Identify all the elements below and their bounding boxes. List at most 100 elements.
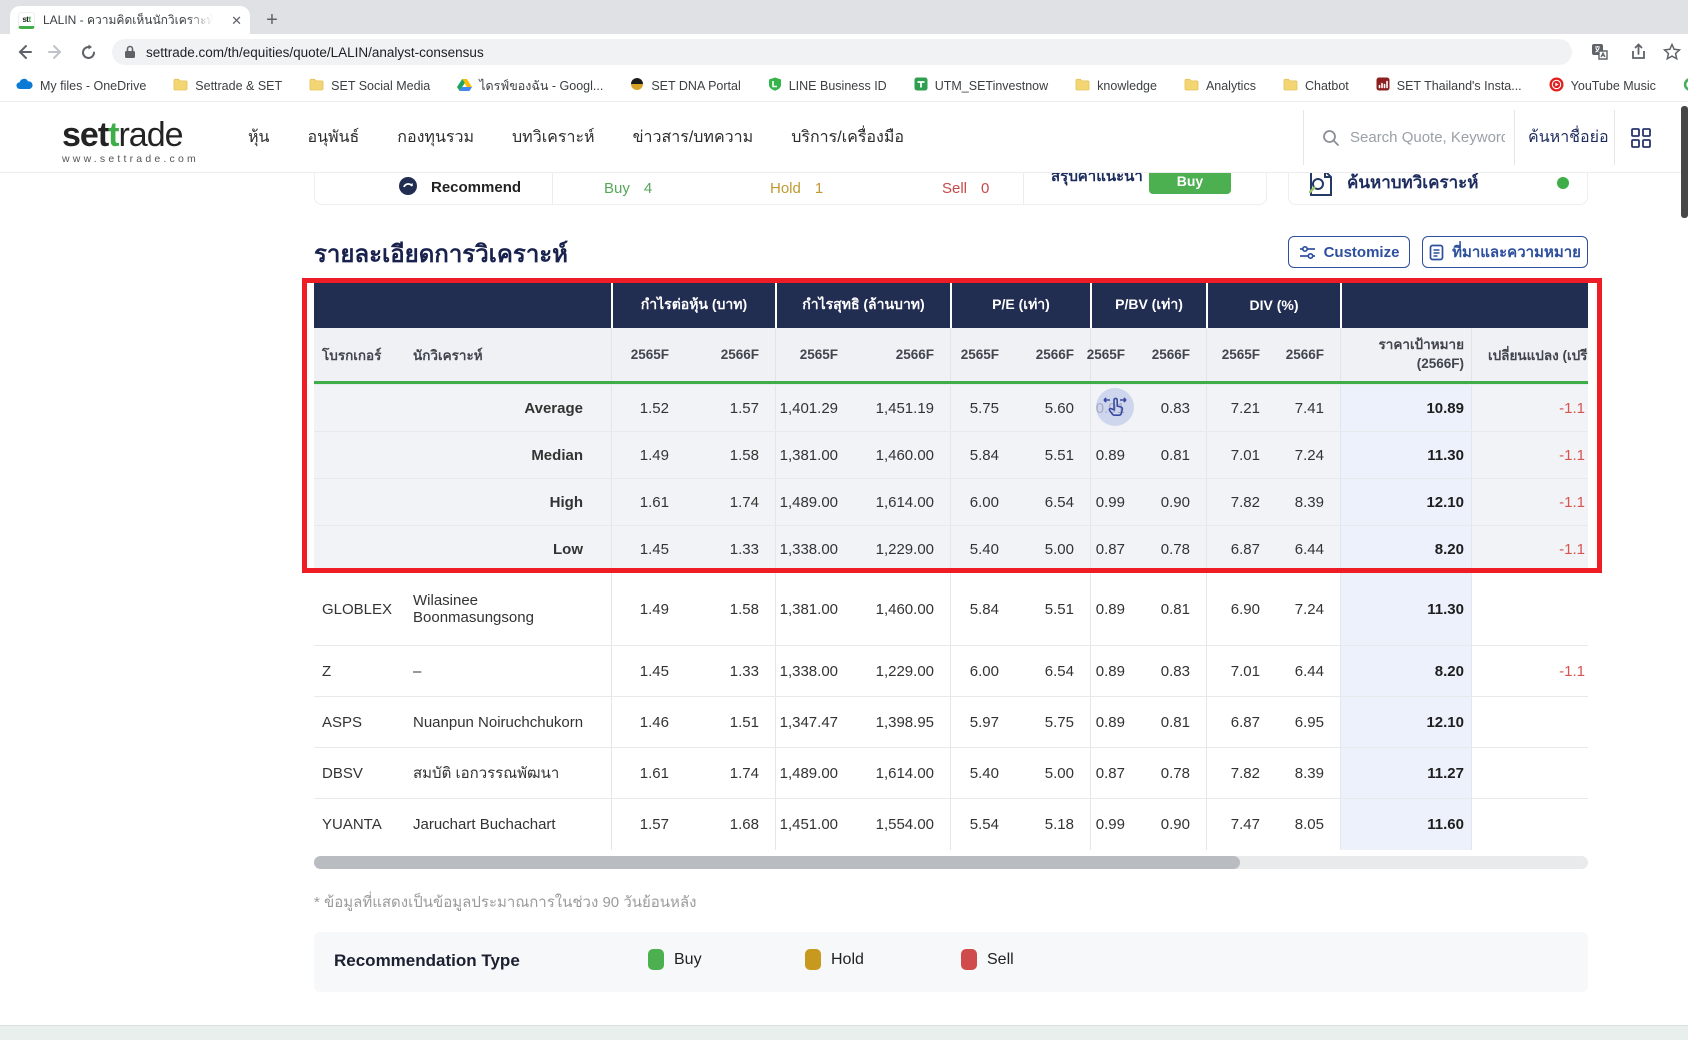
source-info-button[interactable]: ที่มาและความหมาย bbox=[1422, 236, 1588, 268]
url-text: settrade.com/th/equities/quote/LALIN/ana… bbox=[146, 44, 484, 60]
bookmark-item[interactable]: LINE Business ID bbox=[768, 77, 887, 94]
cell-value: 0.99 bbox=[1090, 799, 1141, 850]
broker-row: YUANTA Jaruchart Buchachart 1.57 1.68 1,451.… bbox=[314, 798, 1588, 850]
broker-row: GLOBLEX Wilasinee Boonmasungsong 1.49 1.58 1… bbox=[314, 572, 1588, 645]
cell-value: 5.84 bbox=[950, 432, 1015, 478]
cell-value: 0.87 bbox=[1090, 526, 1141, 572]
page-scrollbar[interactable] bbox=[1681, 106, 1688, 218]
bookmark-item[interactable]: SET DNA Portal bbox=[630, 77, 741, 94]
bookmark-item[interactable]: SET Thailand's Insta... bbox=[1376, 77, 1522, 94]
col-year1: 2565F bbox=[950, 328, 1015, 381]
report-card[interactable]: ค้นหาบทวิเคราะห์ bbox=[1288, 173, 1588, 205]
cell-value: 0.90 bbox=[1160, 816, 1190, 833]
bookmark-item[interactable]: My files - OneDrive bbox=[16, 78, 146, 93]
line-icon bbox=[768, 77, 782, 94]
bookmark-item[interactable]: Settrade & SET bbox=[173, 78, 282, 94]
bookmark-item[interactable]: knowledge bbox=[1075, 78, 1157, 94]
ytmusic-icon bbox=[1549, 77, 1564, 95]
folder-icon bbox=[1184, 78, 1199, 94]
recommend-count: 4 bbox=[643, 180, 653, 197]
nav-item-5[interactable]: บริการ/เครื่องมือ bbox=[791, 125, 904, 150]
scrollbar-thumb[interactable] bbox=[314, 856, 1240, 869]
gdrive-icon bbox=[457, 78, 473, 94]
recommend-count: 0 bbox=[981, 180, 990, 197]
cell-value: 8.39 bbox=[1294, 764, 1324, 782]
nav-item-3[interactable]: บทวิเคราะห์ bbox=[512, 125, 595, 150]
cell-broker: YUANTA bbox=[322, 816, 382, 833]
browser-tab[interactable]: stt LALIN - ความคิดเห็นนักวิเคราะห์ - SE… bbox=[10, 6, 250, 34]
bookmark-item[interactable]: UTM_SETinvestnow bbox=[914, 77, 1048, 94]
browser-toolbar: settrade.com/th/equities/quote/LALIN/ana… bbox=[0, 34, 1688, 70]
horizontal-scrollbar[interactable] bbox=[314, 856, 1588, 869]
cell-analyst: Jaruchart Buchachart bbox=[413, 816, 556, 833]
cell-target-price: 8.20 bbox=[1340, 526, 1471, 572]
bookmark-item[interactable]: Analytics bbox=[1184, 78, 1256, 94]
recommend-count: 1 bbox=[814, 180, 824, 197]
col-year1: 2565F bbox=[775, 328, 854, 381]
cell-value: 5.40 bbox=[950, 748, 1015, 798]
col-year2: 2566F bbox=[1035, 347, 1074, 362]
cell-value: 1.57 bbox=[729, 399, 759, 417]
cell-value: 6.54 bbox=[1044, 662, 1074, 680]
cell-value: 5.00 bbox=[1044, 764, 1074, 782]
refresh-icon[interactable] bbox=[76, 40, 100, 64]
cell-value: 7.82 bbox=[1206, 479, 1276, 525]
cell-value: 1.58 bbox=[729, 600, 759, 618]
cell-change bbox=[1471, 697, 1588, 747]
onedrive-cloud-icon bbox=[16, 78, 33, 93]
table-subheader: โบรกเกอร์ นักวิเคราะห์ 2565F 2566F 2565F 2566… bbox=[314, 328, 1588, 384]
cell-value: 5.18 bbox=[1044, 816, 1074, 833]
cell-value: 1,451.00 bbox=[775, 799, 854, 850]
back-icon[interactable] bbox=[12, 40, 36, 64]
search-input[interactable] bbox=[1350, 129, 1505, 146]
nav-item-4[interactable]: ข่าวสาร/บทความ bbox=[633, 125, 754, 150]
cell-broker: ASPS bbox=[322, 713, 363, 731]
quote-search[interactable] bbox=[1322, 102, 1505, 173]
bookmark-label: Chatbot bbox=[1304, 78, 1349, 93]
bookmark-item[interactable]: YouTube Music bbox=[1549, 77, 1656, 95]
customize-button[interactable]: Customize bbox=[1288, 236, 1410, 268]
nav-item-1[interactable]: อนุพันธ์ bbox=[307, 125, 359, 150]
cell-value: 6.00 bbox=[950, 479, 1015, 525]
bookmark-item[interactable]: Creator's Playgroun... bbox=[1683, 77, 1688, 95]
cell-change bbox=[1471, 573, 1588, 645]
new-tab-button[interactable]: + bbox=[260, 8, 284, 32]
cell-value: 1.61 bbox=[611, 479, 685, 525]
summary-row: High 1.61 1.74 1,489.00 1,614.00 6.00 6.54 0.99… bbox=[314, 478, 1588, 525]
url-bar[interactable]: settrade.com/th/equities/quote/LALIN/ana… bbox=[112, 39, 1572, 65]
cell-value: 1.51 bbox=[729, 713, 759, 731]
summary-buy-button[interactable]: Buy bbox=[1149, 173, 1231, 194]
folder-icon bbox=[1075, 78, 1090, 94]
bookmark-item[interactable]: Chatbot bbox=[1283, 78, 1349, 94]
symbol-search-link[interactable]: ค้นหาชื่อย่อ bbox=[1528, 102, 1609, 173]
cell-analyst: Nuanpun Noiruchchukorn bbox=[413, 713, 584, 731]
legend-swatch bbox=[805, 949, 821, 970]
bookmark-item[interactable]: SET Social Media bbox=[309, 78, 430, 94]
cell-value: 1,614.00 bbox=[875, 764, 934, 782]
tab-close-icon[interactable]: ✕ bbox=[231, 14, 242, 27]
group-header-blank bbox=[314, 282, 611, 328]
page-title: รายละเอียดการวิเคราะห์ bbox=[314, 241, 569, 268]
share-icon[interactable] bbox=[1626, 40, 1650, 64]
cell-change bbox=[1471, 748, 1588, 798]
forward-icon[interactable] bbox=[44, 40, 68, 64]
cell-value: 1,614.00 bbox=[875, 493, 934, 511]
cell-broker bbox=[314, 432, 410, 478]
cell-value: 7.41 bbox=[1294, 399, 1324, 417]
apps-grid-icon[interactable] bbox=[1630, 127, 1652, 154]
cell-change: -1.1 bbox=[1471, 385, 1588, 431]
nav-item-2[interactable]: กองทุนรวม bbox=[397, 125, 474, 150]
cell-value: 5.60 bbox=[1044, 399, 1074, 417]
cell-value: 6.95 bbox=[1294, 713, 1324, 731]
bookmark-label: My files - OneDrive bbox=[40, 78, 147, 93]
bookmark-item[interactable]: ไดรฟ์ของฉัน - Googl... bbox=[457, 76, 603, 96]
cell-value: 7.24 bbox=[1294, 600, 1324, 618]
cell-value: 1,347.47 bbox=[775, 697, 854, 747]
bookmark-star-icon[interactable] bbox=[1660, 40, 1684, 64]
nav-item-0[interactable]: หุ้น bbox=[248, 125, 269, 150]
cell-stat-label: Average bbox=[524, 399, 583, 417]
cell-value: 0.89 bbox=[1090, 573, 1141, 645]
translate-icon[interactable] bbox=[1588, 40, 1612, 64]
settrade-logo[interactable]: settrade www.settrade.com bbox=[62, 116, 199, 165]
cell-value: 0.99 bbox=[1090, 479, 1141, 525]
